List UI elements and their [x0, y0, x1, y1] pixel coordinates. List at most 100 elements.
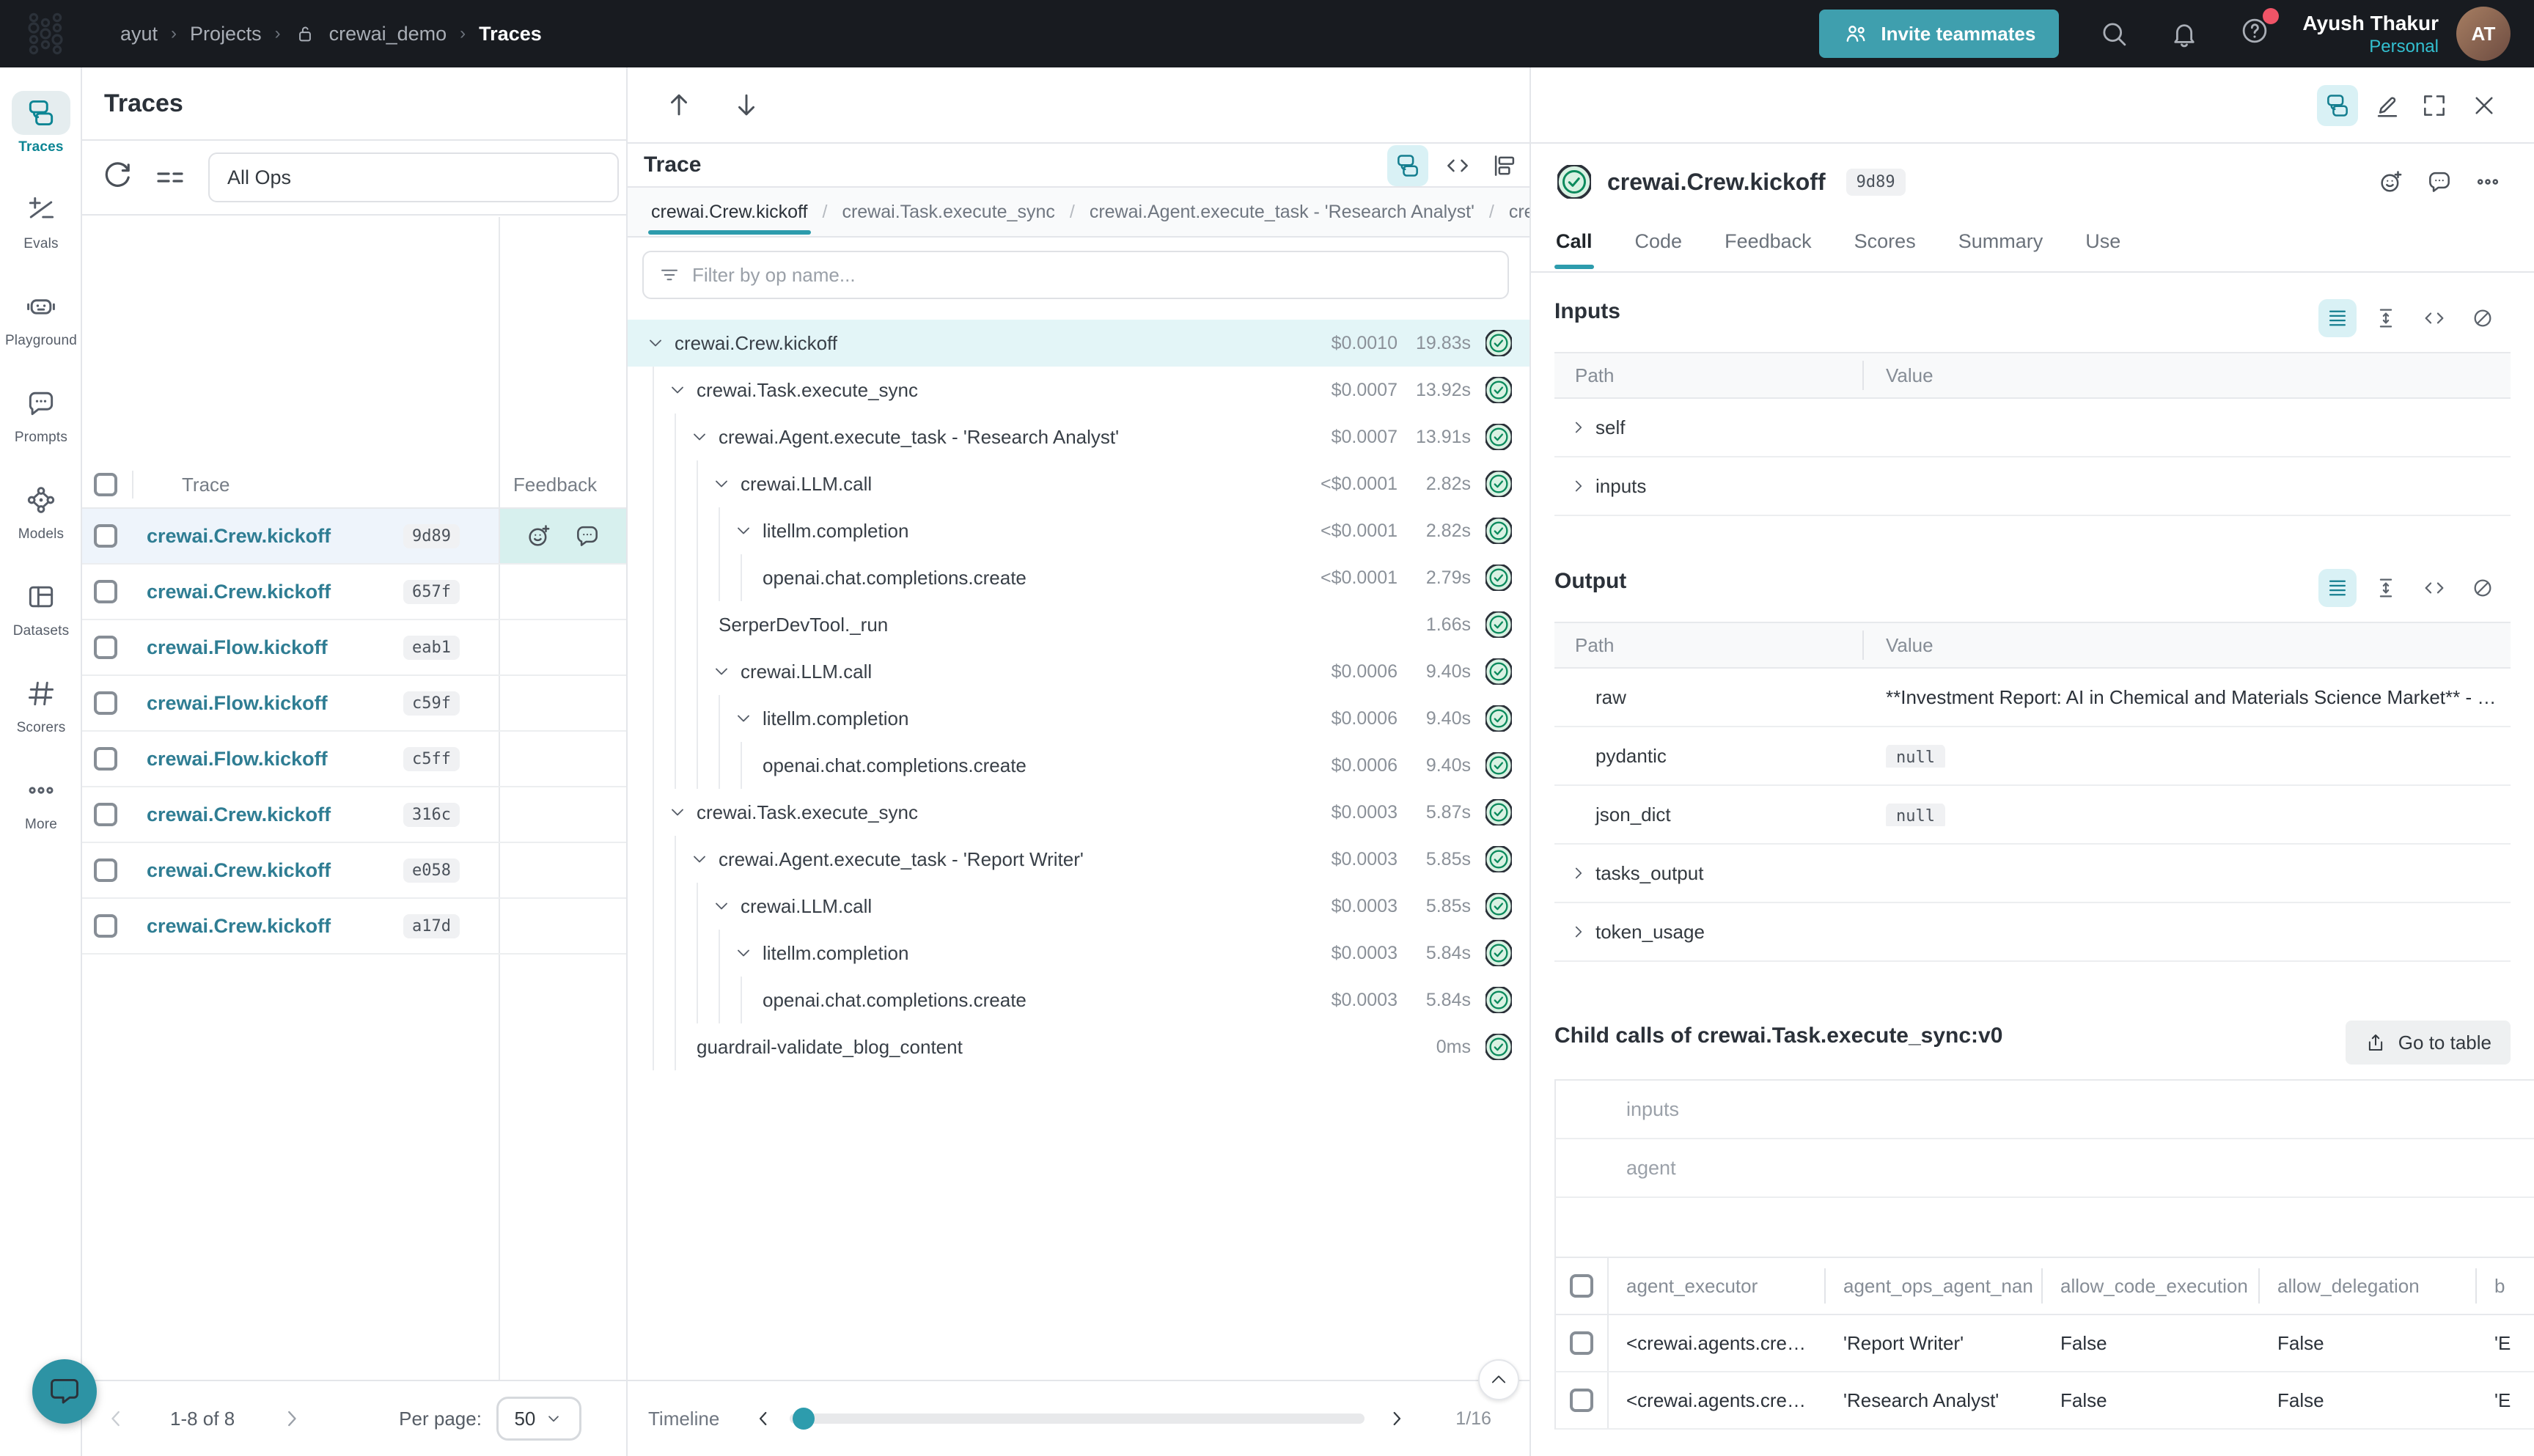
- chevron-down-icon[interactable]: [711, 896, 732, 916]
- tab-use[interactable]: Use: [2084, 226, 2122, 268]
- chevron-down-icon[interactable]: [733, 943, 754, 963]
- tree-row[interactable]: crewai.LLM.call$0.00035.85s: [628, 883, 1529, 930]
- edit-button[interactable]: [2367, 85, 2408, 126]
- hide-values-button[interactable]: [2464, 569, 2502, 607]
- go-to-table-button[interactable]: Go to table: [2346, 1021, 2511, 1065]
- trace-path-tab[interactable]: crewai.Task.execute_sync: [839, 190, 1057, 235]
- code-view-button[interactable]: [1437, 145, 1478, 186]
- sidebar-item-datasets[interactable]: Datasets: [0, 575, 82, 639]
- sidebar-item-playground[interactable]: Playground: [0, 284, 82, 349]
- table-row[interactable]: crewai.Crew.kickoff316c: [82, 787, 626, 843]
- trace-link[interactable]: crewai.Crew.kickoff: [147, 804, 331, 826]
- row-checkbox[interactable]: [94, 691, 117, 715]
- trace-path-tab[interactable]: crewai.LLM.cal: [1506, 190, 1529, 235]
- chevron-right-icon[interactable]: [1569, 418, 1588, 437]
- close-button[interactable]: [2464, 85, 2505, 126]
- table-row[interactable]: <crewai.agents.cre…'Research Analyst'Fal…: [1554, 1372, 2534, 1430]
- select-all-checkbox[interactable]: [1570, 1274, 1593, 1298]
- table-row[interactable]: self: [1554, 399, 2511, 457]
- timeline-slider-thumb[interactable]: [793, 1408, 815, 1430]
- tab-call[interactable]: Call: [1554, 226, 1594, 268]
- call-id-badge[interactable]: 9d89: [1846, 169, 1906, 196]
- trace-link[interactable]: crewai.Crew.kickoff: [147, 525, 331, 548]
- list-view-button[interactable]: [2318, 569, 2357, 607]
- trace-path-tab[interactable]: crewai.Crew.kickoff: [648, 190, 811, 235]
- avatar[interactable]: AT: [2456, 7, 2511, 61]
- row-checkbox[interactable]: [1570, 1331, 1593, 1355]
- refresh-icon[interactable]: [100, 160, 135, 195]
- tree-row[interactable]: guardrail-validate_blog_content0ms: [628, 1023, 1529, 1070]
- table-row[interactable]: tasks_output: [1554, 845, 2511, 903]
- chevron-down-icon[interactable]: [733, 708, 754, 729]
- row-checkbox[interactable]: [94, 636, 117, 659]
- wandb-logo-icon[interactable]: [21, 9, 70, 59]
- chevron-right-icon[interactable]: [1569, 922, 1588, 941]
- per-page-select[interactable]: 50: [496, 1397, 581, 1441]
- table-row[interactable]: token_usage: [1554, 903, 2511, 962]
- tree-row[interactable]: litellm.completion<$0.00012.82s: [628, 507, 1529, 554]
- select-all-checkbox[interactable]: [94, 473, 117, 496]
- row-checkbox[interactable]: [94, 524, 117, 548]
- code-view-button[interactable]: [2415, 299, 2453, 337]
- chevron-down-icon[interactable]: [733, 521, 754, 541]
- row-checkbox[interactable]: [94, 914, 117, 938]
- breadcrumb-org[interactable]: ayut: [120, 23, 158, 45]
- tab-code[interactable]: Code: [1634, 226, 1684, 268]
- next-page-icon[interactable]: [279, 1405, 305, 1432]
- trace-link[interactable]: crewai.Flow.kickoff: [147, 636, 328, 659]
- trace-link[interactable]: crewai.Crew.kickoff: [147, 915, 331, 938]
- tab-feedback[interactable]: Feedback: [1723, 226, 1813, 268]
- row-checkbox[interactable]: [94, 747, 117, 771]
- comment-icon[interactable]: [2425, 168, 2453, 196]
- breadcrumb-projects[interactable]: Projects: [190, 23, 262, 45]
- table-row[interactable]: crewai.Flow.kickoffc59f: [82, 676, 626, 732]
- chevron-down-icon[interactable]: [667, 802, 688, 823]
- tree-row[interactable]: crewai.Task.execute_sync$0.00035.87s: [628, 789, 1529, 836]
- tree-row[interactable]: crewai.LLM.call<$0.00012.82s: [628, 460, 1529, 507]
- trace-link[interactable]: crewai.Flow.kickoff: [147, 748, 328, 771]
- sidebar-item-more[interactable]: More: [0, 768, 82, 833]
- table-row[interactable]: crewai.Flow.kickoffc5ff: [82, 732, 626, 787]
- breadcrumb-project[interactable]: crewai_demo: [329, 23, 447, 45]
- expand-rows-button[interactable]: [2367, 299, 2405, 337]
- chevron-down-icon[interactable]: [689, 849, 710, 869]
- table-row[interactable]: crewai.Crew.kickoff9d89: [82, 509, 626, 565]
- table-row[interactable]: pydanticnull: [1554, 727, 2511, 786]
- filter-settings-icon[interactable]: [153, 160, 188, 195]
- timeline-slider[interactable]: [790, 1413, 1365, 1424]
- expand-rows-button[interactable]: [2367, 569, 2405, 607]
- collapse-timeline-button[interactable]: [1478, 1359, 1519, 1400]
- chevron-right-icon[interactable]: [1569, 864, 1588, 883]
- arrow-down-icon[interactable]: [730, 89, 763, 121]
- trace-link[interactable]: crewai.Crew.kickoff: [147, 581, 331, 603]
- fullscreen-button[interactable]: [2414, 85, 2455, 126]
- row-checkbox[interactable]: [1570, 1389, 1593, 1412]
- chevron-down-icon[interactable]: [711, 474, 732, 494]
- chevron-down-icon[interactable]: [667, 380, 688, 400]
- tree-row[interactable]: SerperDevTool._run1.66s: [628, 601, 1529, 648]
- notifications-bell-icon[interactable]: [2169, 18, 2200, 49]
- arrow-up-icon[interactable]: [663, 89, 695, 121]
- breadcrumb-page[interactable]: Traces: [479, 23, 542, 45]
- table-row[interactable]: json_dictnull: [1554, 786, 2511, 845]
- flame-view-button[interactable]: [1484, 145, 1525, 186]
- tree-row[interactable]: crewai.Agent.execute_task - 'Research An…: [628, 413, 1529, 460]
- tree-row[interactable]: openai.chat.completions.create<$0.00012.…: [628, 554, 1529, 601]
- timeline-next-icon[interactable]: [1385, 1407, 1409, 1430]
- tree-row[interactable]: crewai.Agent.execute_task - 'Report Writ…: [628, 836, 1529, 883]
- hide-values-button[interactable]: [2464, 299, 2502, 337]
- search-icon[interactable]: [2098, 18, 2129, 49]
- sidebar-item-traces[interactable]: Traces: [0, 91, 82, 155]
- tree-view-button[interactable]: [1387, 145, 1428, 186]
- table-row[interactable]: crewai.Flow.kickoffeab1: [82, 620, 626, 676]
- trace-link[interactable]: crewai.Flow.kickoff: [147, 692, 328, 715]
- add-reaction-icon[interactable]: [2377, 168, 2405, 196]
- help-button[interactable]: [2239, 15, 2270, 52]
- chevron-right-icon[interactable]: [1569, 477, 1588, 496]
- sidebar-item-scorers[interactable]: Scorers: [0, 672, 82, 736]
- tree-row[interactable]: openai.chat.completions.create$0.00069.4…: [628, 742, 1529, 789]
- chat-widget-button[interactable]: [32, 1359, 97, 1424]
- op-name-filter-input[interactable]: [692, 264, 1493, 287]
- tab-summary[interactable]: Summary: [1957, 226, 2045, 268]
- table-row[interactable]: crewai.Crew.kickoffa17d: [82, 899, 626, 955]
